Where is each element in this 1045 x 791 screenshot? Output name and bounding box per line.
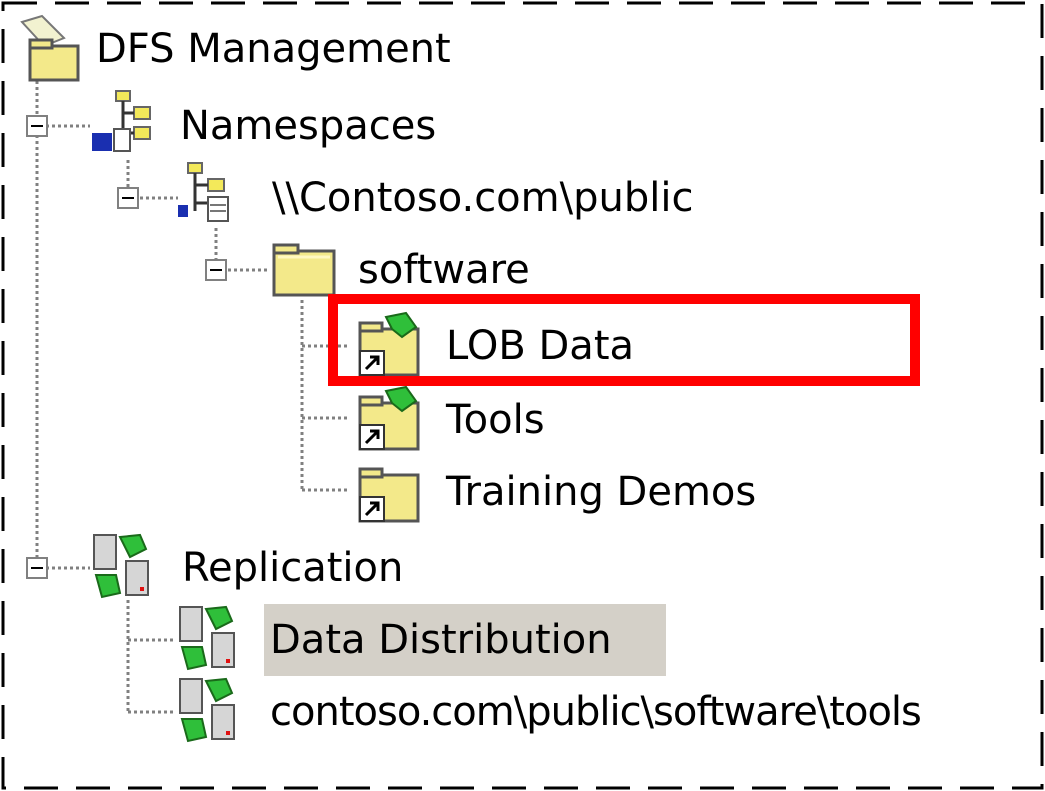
tree-node-tools[interactable]: Tools <box>350 383 650 457</box>
tree-node-training-demos[interactable]: Training Demos <box>350 455 810 529</box>
namespace-server-icon <box>178 161 262 235</box>
software-collapse-toggle[interactable] <box>205 259 227 281</box>
tree-node-namespaces[interactable]: Namespaces <box>90 89 470 163</box>
replication-collapse-toggle[interactable] <box>26 557 48 579</box>
replication-group-icon <box>176 603 260 677</box>
tree-node-namespace-contoso-public[interactable]: \\Contoso.com\public <box>178 161 778 235</box>
dfs-management-icon <box>8 12 92 86</box>
tree-node-label: contoso.com\public\software\tools <box>270 689 922 735</box>
namespace-collapse-toggle[interactable] <box>117 187 139 209</box>
folder-target-icon <box>350 455 434 529</box>
dfs-tree-view: DFS Management Namespaces \\Contoso.com\… <box>0 0 1045 791</box>
tree-node-data-distribution[interactable]: Data Distribution <box>176 603 676 677</box>
replication-group-icon <box>176 675 260 749</box>
lob-data-highlight-box <box>328 294 920 386</box>
tree-node-replication[interactable]: Replication <box>90 531 450 605</box>
tree-node-label: DFS Management <box>96 26 451 72</box>
namespaces-icon <box>90 89 174 163</box>
replication-icon <box>90 531 174 605</box>
tree-node-label: Tools <box>446 397 545 443</box>
namespaces-collapse-toggle[interactable] <box>26 115 48 137</box>
tree-node-label: Replication <box>182 545 404 591</box>
tree-node-dfs-management[interactable]: DFS Management <box>8 12 488 86</box>
tree-node-label: Data Distribution <box>270 617 612 663</box>
tree-node-replication-group-tools[interactable]: contoso.com\public\software\tools <box>176 675 1036 749</box>
tree-node-label: \\Contoso.com\public <box>272 175 694 221</box>
tree-node-label: Training Demos <box>446 469 757 515</box>
replicated-folder-target-icon <box>350 383 434 457</box>
tree-node-label: Namespaces <box>180 103 437 149</box>
